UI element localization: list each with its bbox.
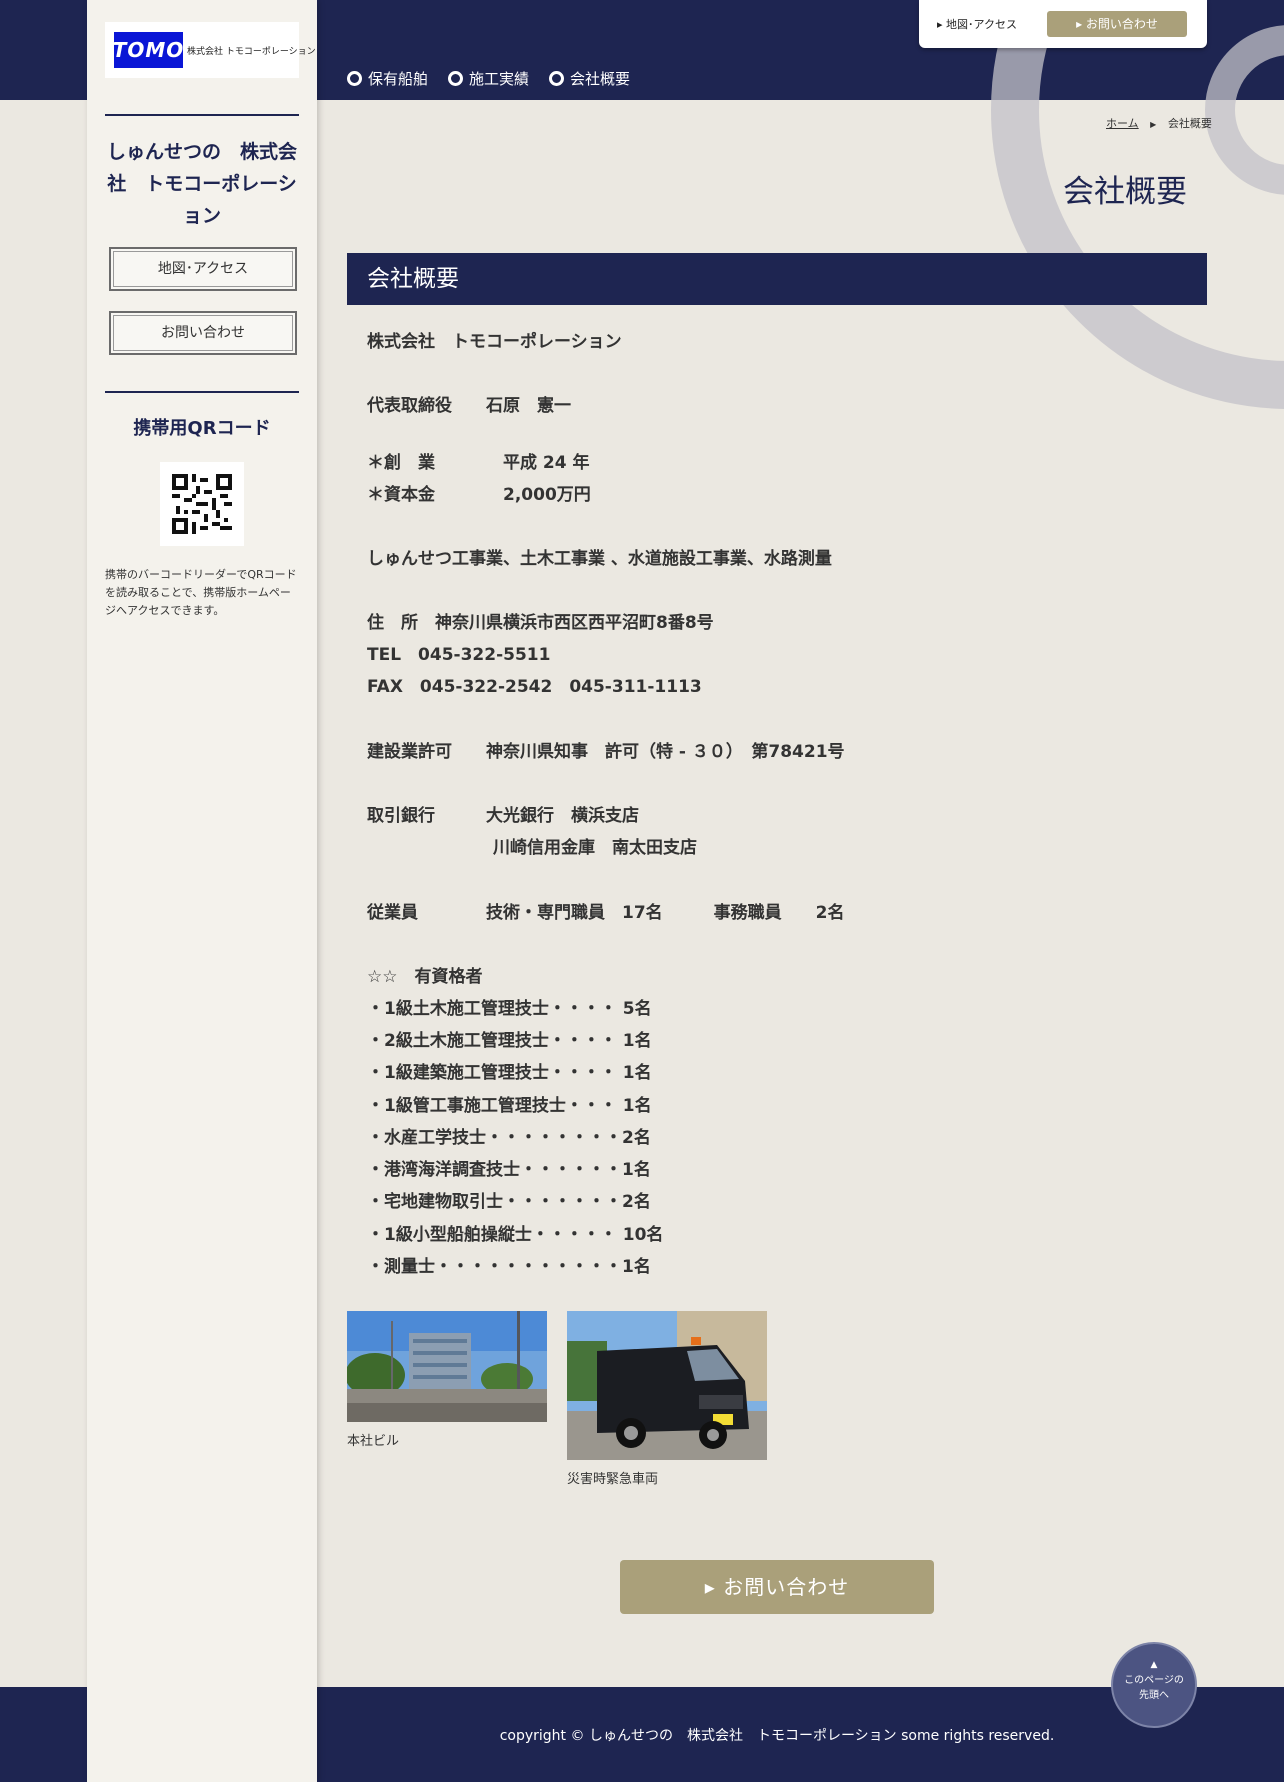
address: 住 所 神奈川県横浜市西区西平沼町8番8号 — [367, 613, 714, 633]
nav-item-company[interactable]: 会社概要 — [549, 68, 630, 89]
contact-button[interactable]: ▸ お問い合わせ — [620, 1560, 934, 1614]
ring-icon — [347, 71, 362, 86]
qualification-item: ・港湾海洋調査技士・・・・・・1名 — [367, 1160, 651, 1180]
photo-caption: 災害時緊急車両 — [567, 1472, 659, 1487]
divider — [105, 114, 299, 116]
nav-item-works[interactable]: 施工実績 — [448, 68, 529, 89]
fax: FAX 045-322-2542 045-311-1113 — [367, 677, 702, 697]
nav-label: 施工実績 — [469, 70, 530, 88]
qualified-header: ☆☆ 有資格者 — [367, 967, 483, 987]
breadcrumb-home[interactable]: ホーム — [1106, 117, 1139, 130]
back-to-top-label: このページの — [1124, 1675, 1184, 1686]
divider — [105, 391, 299, 393]
util-contact-button[interactable]: ▸ お問い合わせ — [1047, 11, 1187, 37]
business: しゅんせつ工事業、土木工事業 、水道施設工事業、水路測量 — [367, 549, 832, 569]
representative: 代表取締役 石原 憲一 — [367, 396, 571, 416]
bank-2: 川崎信用金庫 南太田支店 — [493, 838, 697, 858]
breadcrumb: ホーム ▶ 会社概要 — [1106, 115, 1212, 131]
qualification-item: ・1級小型船舶操縦士・・・・・ 10名 — [367, 1225, 664, 1245]
util-map-label: 地図･アクセス — [946, 18, 1017, 31]
back-to-top-label: 先頭へ — [1139, 1690, 1169, 1701]
main-nav: 保有船舶 施工実績 会社概要 — [347, 68, 630, 89]
capital: ＊資本金 2,000万円 — [367, 485, 591, 505]
copyright: copyright © しゅんせつの 株式会社 トモコーポレーション some … — [499, 1728, 1055, 1744]
qr-code-image — [160, 462, 244, 546]
breadcrumb-current: 会社概要 — [1167, 117, 1212, 130]
contact-button-label: お問い合わせ — [723, 1575, 850, 1599]
triangle-right-icon: ▸ — [1076, 17, 1083, 31]
qualification-item: ・1級土木施工管理技士・・・・ 5名 — [367, 999, 652, 1019]
utility-bar: ▸ 地図･アクセス ▸ お問い合わせ — [919, 0, 1207, 48]
triangle-right-icon: ▸ — [704, 1575, 716, 1599]
qualification-item: ・宅地建物取引士・・・・・・・2名 — [367, 1192, 651, 1212]
logo-mark: TOMO — [113, 32, 183, 68]
section-title: 会社概要 — [347, 253, 1207, 305]
license: 建設業許可 神奈川県知事 許可（特 - ３０） 第78421号 — [367, 742, 845, 762]
sidebar: TOMO 株式会社 トモコーポレーション しゅんせつの 株式会社 トモコーポレー… — [87, 0, 317, 1782]
founded: ＊創 業 平成 24 年 — [367, 453, 590, 473]
triangle-up-icon: ▲ — [1150, 1660, 1158, 1670]
logo-text: 株式会社 トモコーポレーション — [187, 46, 316, 57]
triangle-right-icon: ▸ — [937, 18, 943, 31]
sidebar-company-name: しゅんせつの 株式会社 トモコーポレーション — [106, 141, 297, 227]
qualification-item: ・2級土木施工管理技士・・・・ 1名 — [367, 1031, 652, 1051]
qualification-item: ・1級建築施工管理技士・・・・ 1名 — [367, 1063, 652, 1083]
qualification-item: ・測量士・・・・・・・・・・・1名 — [367, 1257, 651, 1277]
nav-item-vessels[interactable]: 保有船舶 — [347, 68, 428, 89]
triangle-right-icon: ▶ — [1150, 120, 1157, 129]
util-map-link[interactable]: ▸ 地図･アクセス — [937, 16, 1017, 32]
util-contact-label: お問い合わせ — [1085, 17, 1158, 31]
emergency-vehicle-photo[interactable] — [567, 1311, 767, 1460]
nav-label: 保有船舶 — [368, 70, 429, 88]
office-building-photo[interactable] — [347, 1311, 547, 1422]
qr-title: 携帯用QRコード — [133, 418, 271, 439]
ring-icon — [549, 71, 565, 86]
back-to-top-button[interactable]: ▲ このページの 先頭へ — [1111, 1642, 1197, 1728]
tel: TEL 045-322-5511 — [367, 645, 551, 665]
sidebar-map-button[interactable]: 地図･アクセス — [109, 247, 297, 291]
page-title: 会社概要 — [1063, 174, 1187, 210]
qr-note: 携帯のバーコードリーダーでQRコードを読み取ることで、携帯版ホームページへアクセ… — [105, 568, 297, 617]
ring-icon — [448, 71, 464, 86]
qualification-item: ・1級管工事施工管理技士・・・ 1名 — [367, 1096, 652, 1116]
bank-1: 取引銀行 大光銀行 横浜支店 — [367, 806, 639, 826]
nav-label: 会社概要 — [570, 70, 631, 88]
sidebar-contact-button[interactable]: お問い合わせ — [109, 311, 297, 355]
swirl-decoration — [991, 0, 1284, 409]
employees: 従業員 技術・専門職員 17名 事務職員 2名 — [367, 903, 845, 923]
company-name: 株式会社 トモコーポレーション — [367, 332, 622, 352]
logo[interactable]: TOMO 株式会社 トモコーポレーション — [105, 22, 316, 78]
photo-caption: 本社ビル — [347, 1434, 400, 1449]
qualification-item: ・水産工学技士・・・・・・・・2名 — [367, 1128, 651, 1148]
